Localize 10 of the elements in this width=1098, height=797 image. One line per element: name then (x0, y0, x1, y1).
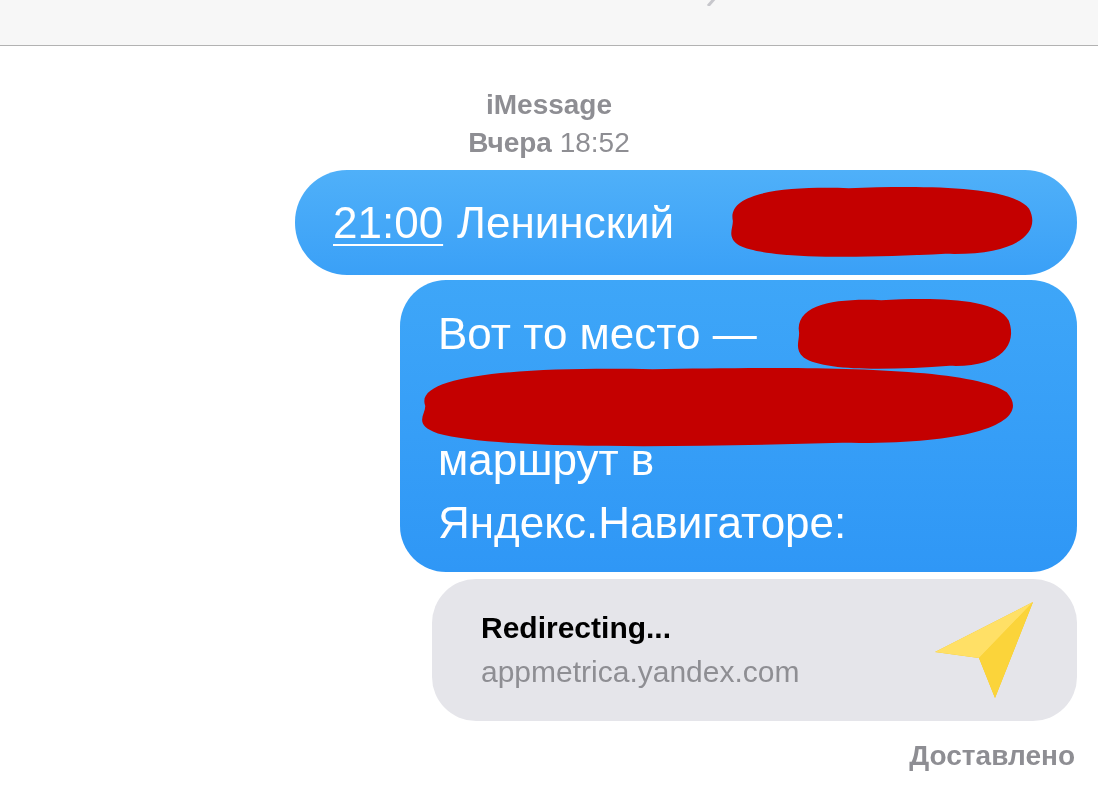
delivery-status: Доставлено (909, 739, 1075, 773)
link-title: Redirecting... (481, 610, 673, 646)
message-text: Яндекс.Навигаторе: (438, 497, 847, 549)
timestamp: Вчера 18:52 (468, 126, 630, 160)
link-domain: appmetrica.yandex.com (481, 654, 801, 690)
link-preview[interactable]: Redirecting... appmetrica.yandex.com (432, 579, 1077, 721)
service-label: iMessage (485, 88, 613, 122)
message-text: Вот то место — (438, 308, 757, 360)
message-text: маршрут в (438, 434, 655, 486)
message-text: Ленинский (457, 196, 675, 249)
